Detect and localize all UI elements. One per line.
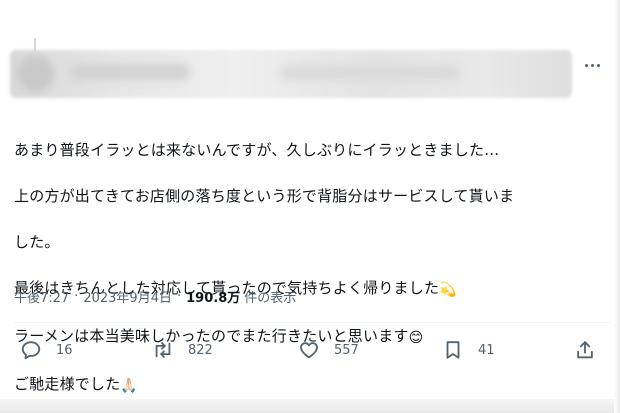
image-right-edge [614, 0, 620, 413]
tweet-line-1: あまり普段イラッとは来ないんですが、久しぶりにイラッときました… [14, 141, 500, 159]
like-button[interactable]: 557 [298, 336, 359, 364]
meta-separator: · [74, 288, 79, 304]
tweet-line-6: ご馳走様でした🙏🏻 [14, 373, 604, 398]
views-count: 190.8万 [186, 290, 241, 306]
dizzy-emoji-icon: 💫 [439, 282, 457, 298]
tweet-card: あまり普段イラッとは来ないんですが、久しぶりにイラッときました… 上の方が出てき… [0, 0, 620, 413]
retweet-icon [155, 342, 171, 358]
tweet-meta: 午後7:27 · 2023年9月4日 · 190.8万 件の表示 [14, 286, 296, 306]
tweet-line-3: した。 [14, 233, 60, 251]
blurred-user-header [10, 50, 572, 98]
meta-separator-2: · [176, 288, 182, 304]
bookmark-count: 41 [478, 342, 495, 358]
share-icon [577, 341, 593, 359]
retweet-count: 822 [188, 342, 213, 358]
retweet-button[interactable]: 822 [152, 336, 213, 364]
tweet-text: あまり普段イラッとは来ないんですが、久しぶりにイラッときました… 上の方が出てき… [14, 116, 604, 413]
image-bottom-edge [0, 399, 620, 413]
views-label: 件の表示 [244, 290, 297, 306]
reply-button[interactable]: 16 [20, 336, 73, 364]
blurred-username [280, 66, 460, 80]
avatar [18, 56, 54, 92]
bookmark-icon [446, 341, 460, 359]
tweet-time[interactable]: 午後7:27 [14, 287, 69, 306]
reply-icon [21, 341, 41, 360]
like-count: 557 [334, 342, 359, 358]
more-icon [584, 63, 588, 67]
action-bar: 16 822 557 41 [14, 336, 608, 364]
reply-count: 16 [56, 342, 73, 358]
bookmark-button[interactable]: 41 [442, 336, 495, 364]
tweet-date[interactable]: 2023年9月4日 [83, 287, 172, 306]
more-options-button[interactable] [578, 55, 606, 75]
share-button[interactable] [574, 336, 596, 364]
divider [14, 322, 610, 323]
blurred-display-name [70, 64, 190, 80]
like-icon [300, 342, 318, 359]
tweet-line-2: 上の方が出てきてお店側の落ち度という形で背脂分はサービスして貰いま [14, 187, 515, 205]
folded-hands-emoji-icon: 🙏🏻 [120, 378, 139, 394]
